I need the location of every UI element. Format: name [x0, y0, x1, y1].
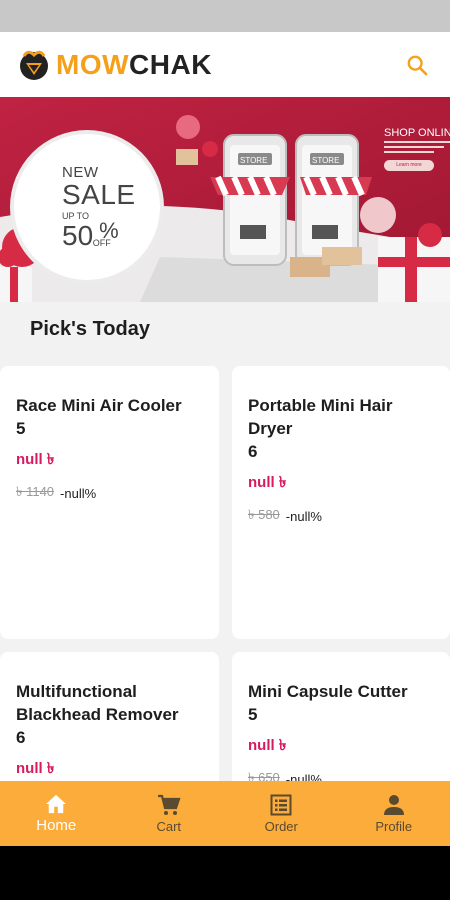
product-discount: -null% [285, 509, 322, 524]
product-old-price: ৳ 1140 [16, 484, 55, 499]
brand-logo: MOWCHAK [16, 47, 212, 83]
product-name: Multifunctional Blackhead Remover [16, 682, 179, 724]
nav-cart-label: Cart [156, 818, 182, 834]
cart-icon [157, 794, 181, 815]
profile-icon [383, 794, 404, 815]
product-price: null ৳ [16, 760, 55, 777]
product-name: Mini Capsule Cutter [248, 682, 408, 701]
sale-badge-sale: SALE [62, 178, 136, 210]
sale-badge-off: OFF [92, 237, 111, 248]
app-header: MOWCHAK [0, 32, 450, 97]
product-card[interactable]: Race Mini Air Cooler 5 null ৳ ৳ 1140 -nul… [0, 366, 219, 639]
nav-cart[interactable]: Cart [113, 781, 226, 846]
product-card[interactable]: Mini Capsule Cutter 5 null ৳ ৳ 650 -null% [232, 652, 450, 792]
order-icon [270, 794, 292, 815]
bee-logo-icon [20, 50, 48, 80]
bottom-navigation: Home Cart Order Profile [0, 781, 450, 846]
brand-name-part2: CHAK [129, 48, 212, 80]
search-button[interactable] [400, 48, 434, 82]
system-navigation-bar [0, 846, 450, 900]
brand-name-part1: MOW [56, 48, 130, 80]
product-discount: -null% [60, 486, 97, 501]
status-bar [0, 0, 450, 32]
product-name: Race Mini Air Cooler [16, 396, 182, 415]
product-name: Portable Mini Hair Dryer [248, 396, 393, 438]
nav-profile-label: Profile [375, 818, 413, 834]
nav-order-label: Order [264, 818, 298, 834]
product-card[interactable]: Multifunctional Blackhead Remover 6 null … [0, 652, 219, 792]
nav-home[interactable]: Home [0, 781, 113, 846]
section-title: Pick's Today [30, 318, 150, 340]
store-sign-right: STORE [312, 156, 339, 165]
search-icon [407, 55, 428, 75]
product-price: null ৳ [248, 737, 287, 754]
sale-badge-upto: UP TO [62, 210, 90, 221]
product-qty: 6 [248, 442, 258, 461]
nav-home-label: Home [36, 816, 77, 834]
nav-order[interactable]: Order [225, 781, 338, 846]
nav-profile[interactable]: Profile [338, 781, 450, 846]
store-sign-left: STORE [240, 156, 267, 165]
product-qty: 5 [248, 705, 258, 724]
sale-badge-value: 50 [62, 219, 94, 251]
shop-online-text: SHOP ONLINE [384, 127, 450, 139]
promo-banner[interactable]: STORE STORE NEW SALE UP TO 50 % OFF SHOP… [0, 97, 450, 302]
product-qty: 5 [16, 419, 26, 438]
product-price: null ৳ [248, 474, 287, 491]
sale-badge-new: NEW [62, 163, 99, 181]
learn-more-button[interactable]: Learn more [384, 160, 434, 171]
sale-badge: NEW SALE UP TO 50 % OFF [14, 134, 160, 280]
banner-text-lines [384, 141, 450, 153]
product-old-price: ৳ 580 [248, 507, 280, 522]
product-qty: 6 [16, 728, 26, 747]
product-price: null ৳ [16, 451, 55, 468]
product-card[interactable]: Portable Mini Hair Dryer 6 null ৳ ৳ 580 -… [232, 366, 450, 639]
home-icon [46, 794, 67, 813]
